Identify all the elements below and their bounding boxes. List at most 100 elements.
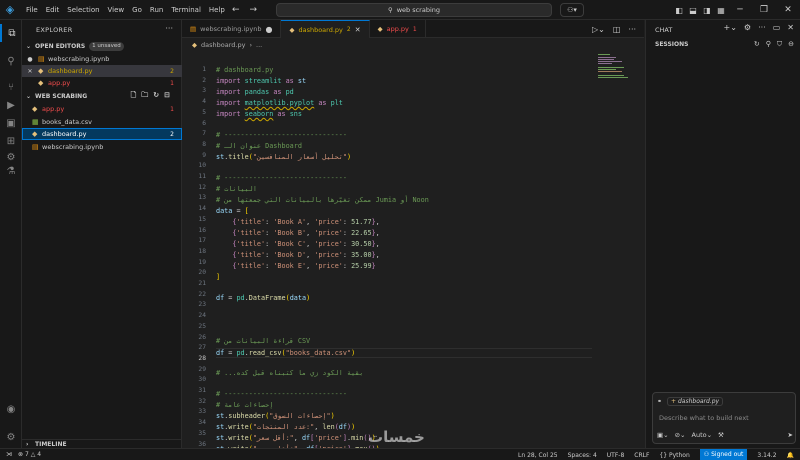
sessions-header[interactable]: SESSIONS [655,41,688,48]
configure-tools-icon[interactable]: ⚒ [718,431,724,439]
code-editor[interactable]: 1 2 3 4 5 6 7 8 9 10 11 12 13 14 15 16 17 18 19 20 21 22 23 24 2… [182,52,592,448]
source-control-icon[interactable]: ⑂ [0,78,22,96]
account-icon[interactable]: ◉ [0,400,22,418]
python-version[interactable]: 3.14.2 [757,452,776,459]
menu-selection[interactable]: Selection [63,0,103,20]
file-item-active[interactable]: ◆ dashboard.py 2 [22,128,182,140]
model-picker[interactable]: Auto⌄ [692,431,713,439]
restore-icon[interactable]: ❐ [752,5,776,15]
attach-context-icon[interactable]: ⚭ [657,398,662,405]
close-tab-icon[interactable]: ✕ [355,26,361,34]
line-number: 9 [202,151,206,159]
more-actions-icon[interactable]: ··· [165,24,173,33]
menu-view[interactable]: View [104,0,129,20]
agent-mode-icon[interactable]: ▣⌄ [657,431,669,439]
search-icon[interactable]: ⚲ [766,40,771,49]
minimap[interactable] [596,52,642,448]
testing-flask-icon[interactable]: ⚗ [0,162,22,180]
new-chat-icon[interactable]: +⌄ [724,23,737,32]
refresh-icon[interactable]: ↻ [153,91,159,102]
file-item[interactable]: ▦ books_data.csv [22,116,182,128]
file-item[interactable]: ▤ webscrabing.ipynb [22,141,182,153]
remote-explorer-icon[interactable]: ▣ [0,114,22,132]
problems-indicator[interactable]: ⊗ 7 △ 4 [18,451,41,458]
context-file-chip[interactable]: + dashboard.py [667,397,724,406]
toggle-primary-sidebar-icon[interactable]: ◧ [672,6,686,15]
minimize-icon[interactable]: ─ [728,5,752,15]
open-editor-name: webscrabing.ipynb [48,55,110,63]
toggle-panel-icon[interactable]: ⬓ [686,6,700,15]
line-number: 34 [198,419,206,427]
breadcrumb-file[interactable]: dashboard.py [201,41,245,49]
menu-terminal[interactable]: Terminal [167,0,205,20]
tools-icon[interactable]: ⊘⌄ [675,431,686,439]
end-of-line[interactable]: CRLF [634,452,649,459]
close-panel-icon[interactable]: ✕ [787,23,794,32]
python-file-icon: ◆ [289,25,295,34]
file-name: webscrabing.ipynb [42,143,104,151]
tab-app[interactable]: ◆ app.py 1 [370,20,426,38]
line-number: 15 [198,215,206,223]
folder-header[interactable]: ⌄ WEB SCRABING 🗋 🗀 ↻ ⊟ [22,90,182,102]
tab-webscrabing[interactable]: ▤ webscrabing.ipynb ● [182,20,282,38]
line-number: 8 [202,140,206,148]
new-folder-icon[interactable]: 🗀 [141,91,148,102]
menu-help[interactable]: Help [205,0,229,20]
encoding[interactable]: UTF-8 [607,452,625,459]
command-center-search[interactable]: ⚲ web scrabing [276,3,552,17]
close-window-icon[interactable]: ✕ [776,5,800,15]
more-actions-icon[interactable]: ··· [758,23,766,32]
line-number: 36 [198,440,206,448]
tab-dashboard[interactable]: ◆ dashboard.py 2 ✕ [281,20,370,38]
line-number: 24 [198,312,206,320]
menu-edit[interactable]: Edit [42,0,64,20]
line-number: 28 [198,354,206,362]
chat-input-placeholder[interactable]: Describe what to build next [659,414,749,422]
customize-layout-icon[interactable]: ▦ [714,6,728,15]
python-file-icon: ◆ [38,79,44,87]
explorer-icon[interactable]: ⧉ [0,24,22,42]
code-line: import matplotlib.pyplot as plt [216,99,343,107]
open-editor-item[interactable]: ◆ app.py 1 [22,77,182,89]
run-debug-icon[interactable]: ▶ [0,96,22,114]
collapse-all-icon[interactable]: ⊟ [164,91,170,102]
open-editor-item-active[interactable]: ✕ ◆ dashboard.py 2 [22,65,182,77]
search-view-icon[interactable]: ⚲ [0,52,22,70]
refresh-icon[interactable]: ↻ [754,40,760,49]
forward-arrow-icon[interactable]: → [250,5,258,15]
maximize-panel-icon[interactable]: ▭ [773,23,781,32]
more-actions-icon[interactable]: ··· [628,25,636,34]
filter-icon[interactable]: ⛉ [777,40,782,49]
code-line: {'title': 'Book B', 'price': 22.65}, [232,229,380,237]
file-item[interactable]: ◆ app.py 1 [22,103,182,115]
toggle-secondary-sidebar-icon[interactable]: ◨ [700,6,714,15]
copilot-menu-button[interactable]: ⚇▾ [560,3,584,17]
manage-gear-icon[interactable]: ⚙ [0,428,22,446]
split-editor-icon[interactable]: ◫ [613,25,621,34]
notifications-bell-icon[interactable]: 🔔 [787,452,794,459]
menu-go[interactable]: Go [128,0,146,20]
run-python-file-icon[interactable]: ▷⌄ [592,25,605,34]
back-arrow-icon[interactable]: ← [232,5,240,15]
chat-input-box[interactable]: ⚭ + dashboard.py Describe what to build … [652,392,796,444]
indentation[interactable]: Spaces: 4 [568,452,597,459]
open-editor-item[interactable]: ● ▤ webscrabing.ipynb [22,53,182,65]
line-number: 3 [202,87,206,95]
copilot-signed-out[interactable]: ⚇ Signed out [699,449,748,460]
collapse-icon[interactable]: ⊖ [788,40,794,49]
menu-file[interactable]: File [22,0,42,20]
open-editors-header[interactable]: ⌄ OPEN EDITORS 1 unsaved [22,40,182,52]
unsaved-dot-icon[interactable]: ● [265,25,272,34]
code-line: {'title': 'Book E', 'price': 25.99} [232,262,376,270]
close-editor-icon[interactable]: ✕ [22,68,38,75]
remote-indicator-icon[interactable]: ⋊ [6,451,12,458]
new-file-icon[interactable]: 🗋 [131,91,137,102]
line-number: 14 [198,205,206,213]
language-mode[interactable]: {} Python [659,452,689,459]
menu-run[interactable]: Run [146,0,167,20]
cursor-position[interactable]: Ln 28, Col 25 [518,452,558,459]
settings-gear-icon[interactable]: ⚙ [744,23,751,32]
breadcrumb-more[interactable]: ... [256,41,262,49]
send-icon[interactable]: ➤ [788,431,793,439]
timeline-header[interactable]: › TIMELINE [22,439,182,448]
